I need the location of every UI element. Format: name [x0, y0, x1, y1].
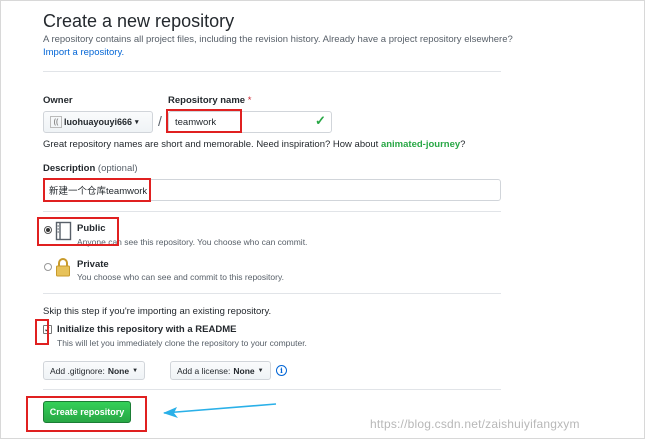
hint-end: ?: [460, 139, 466, 150]
skip-note: Skip this step if you're importing an ex…: [43, 306, 272, 317]
repository-name-hint: Great repository names are short and mem…: [43, 139, 465, 150]
chevron-down-icon: ▾: [135, 119, 139, 126]
private-radio[interactable]: [44, 263, 52, 271]
gitignore-label: Add .gitignore:: [50, 365, 105, 376]
optional-note: (optional): [97, 163, 138, 174]
owner-avatar: ((: [50, 116, 62, 128]
annotation-arrow: [163, 403, 277, 418]
hint-text: Great repository names are short and mem…: [43, 139, 379, 150]
required-mark: *: [247, 95, 252, 106]
owner-repo-separator: /: [158, 113, 162, 129]
readme-label: Initialize this repository with a README: [57, 324, 237, 335]
repository-name-label-text: Repository name: [168, 95, 246, 106]
gitignore-dropdown[interactable]: Add .gitignore: None ▼: [43, 361, 146, 380]
divider: [43, 293, 501, 294]
annotation-box-create: [26, 396, 147, 432]
import-repository-link[interactable]: Import a repository.: [43, 47, 124, 58]
chevron-down-icon: ▼: [132, 367, 139, 374]
owner-name: luohuayouyi666: [64, 117, 133, 127]
divider: [43, 389, 501, 390]
divider: [43, 71, 501, 72]
annotation-box-readme: [35, 319, 49, 345]
check-icon: ✓: [315, 113, 326, 128]
annotation-box-public: [37, 217, 119, 246]
divider: [43, 211, 501, 212]
gitignore-value: None: [107, 365, 130, 376]
private-description: You choose who can see and commit to thi…: [77, 272, 284, 282]
annotation-box-repo-name: [166, 109, 242, 133]
annotation-box-description: [43, 178, 151, 202]
license-label: Add a license:: [177, 365, 231, 376]
subtitle-text: A repository contains all project files,…: [43, 34, 513, 45]
description-label: Description (optional): [43, 163, 138, 174]
private-title: Private: [77, 259, 109, 270]
license-dropdown[interactable]: Add a license: None ▼: [170, 361, 271, 380]
watermark: https://blog.csdn.net/zaishuiyifangxym: [370, 417, 580, 431]
description-label-text: Description: [43, 163, 96, 174]
new-repository-page: Create a new repository A repository con…: [0, 0, 645, 439]
info-icon[interactable]: i: [276, 365, 287, 376]
readme-description: This will let you immediately clone the …: [57, 338, 307, 348]
page-subtitle: A repository contains all project files,…: [43, 33, 523, 59]
chevron-down-icon: ▼: [257, 367, 264, 374]
owner-label: Owner: [43, 95, 73, 106]
repository-name-label: Repository name *: [168, 95, 251, 106]
name-suggestion-link[interactable]: animated-journey: [381, 139, 460, 150]
lock-icon: [55, 257, 71, 282]
owner-select-button[interactable]: (( luohuayouyi666 ▾: [43, 111, 153, 133]
license-value: None: [233, 365, 255, 376]
page-title: Create a new repository: [43, 11, 235, 31]
